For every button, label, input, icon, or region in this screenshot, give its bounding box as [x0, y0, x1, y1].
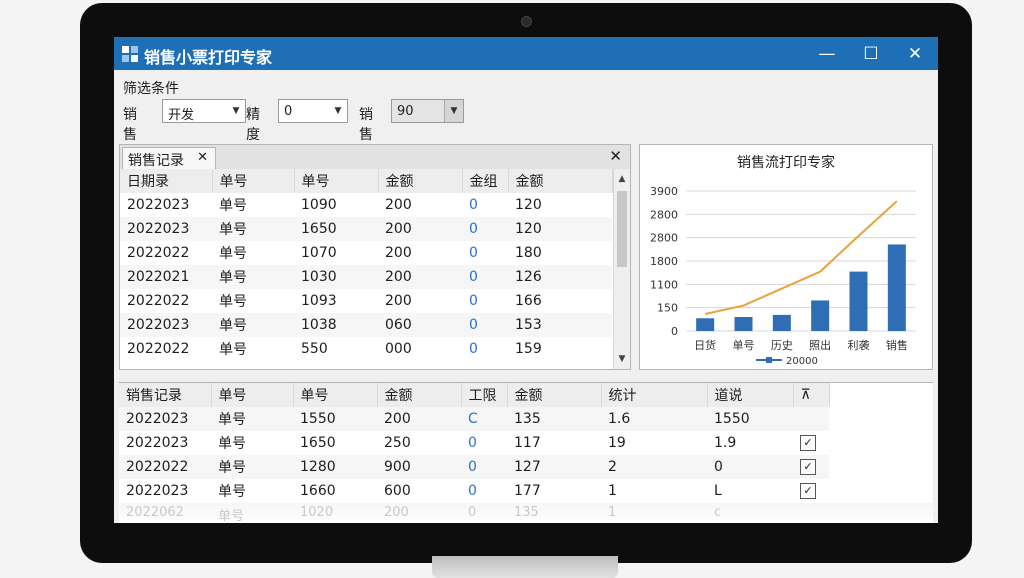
title-bar[interactable]: 销售小票打印专家 — ☐ ✕: [114, 37, 938, 70]
panel-close-icon[interactable]: ✕: [609, 147, 622, 165]
table-row[interactable]: 2022023 单号 1650 250 0 117 19 1.9 ✓: [119, 431, 829, 455]
table-row[interactable]: 2022022 单号 1093 200 0 166: [120, 289, 612, 313]
sales-chart: 销售流打印专家 3900 2800 2800 1800 1100 150 0 日货 单号 历史 照出…: [650, 154, 916, 367]
legend-marker: [766, 357, 772, 363]
records-panel: 销售记录 ✕ ✕ 日期录 单号 单号 金额 金组 金额 2022023 单号 109…: [119, 144, 631, 370]
x-tick-label: 照出: [809, 338, 831, 352]
table-row[interactable]: 2022023 单号 1038 060 0 153: [120, 313, 612, 337]
column-header[interactable]: 金额: [508, 169, 613, 193]
table-row[interactable]: 2022022 单号 1070 200 0 180: [120, 241, 612, 265]
table-row[interactable]: 2022022 单号 550 000 0 159: [120, 337, 612, 361]
chart-bar: [696, 318, 715, 331]
table-row[interactable]: 2022023 单号 1660 600 0 177 1 L ✓: [119, 479, 829, 503]
row-checkbox[interactable]: ✓: [800, 483, 816, 499]
column-header[interactable]: 单号: [294, 169, 379, 193]
tab-close-icon[interactable]: ✕: [197, 150, 208, 165]
minimize-button[interactable]: —: [805, 37, 849, 70]
column-header[interactable]: 单号: [212, 169, 295, 193]
tab-sales-records[interactable]: 销售记录 ✕: [122, 147, 216, 169]
detail-table: 销售记录 单号 单号 金额 工限 金额 统计 道说 ⊼ 2022023 单号 155…: [119, 383, 830, 503]
column-header[interactable]: 工限: [461, 383, 508, 407]
row-checkbox[interactable]: ✓: [800, 459, 816, 475]
x-tick-label: 日货: [694, 338, 716, 352]
x-tick-label: 单号: [733, 339, 755, 352]
column-header[interactable]: 金额: [378, 169, 463, 193]
legend-label: 20000: [786, 356, 818, 367]
column-header[interactable]: 道说: [707, 383, 794, 407]
chevron-down-icon: ▼: [232, 106, 240, 116]
y-tick-label: 2800: [650, 232, 678, 245]
chart-bar: [811, 300, 830, 331]
column-header[interactable]: 金额: [377, 383, 462, 407]
detail-table-panel: 销售记录 单号 单号 金额 工限 金额 统计 道说 ⊼ 2022023 单号 155…: [119, 382, 933, 523]
column-header[interactable]: 金额: [507, 383, 602, 407]
sales-chart-panel: 销售流打印专家 3900 2800 2800 1800 1100 150 0 日货 单号 历史 照出…: [639, 144, 933, 370]
sort-icon[interactable]: ⊼: [793, 383, 830, 407]
chart-bar: [849, 271, 868, 331]
column-header[interactable]: 金组: [462, 169, 509, 193]
column-header[interactable]: 单号: [293, 383, 378, 407]
column-header[interactable]: 日期录: [120, 169, 213, 193]
chart-bar: [887, 244, 906, 331]
x-tick-label: 利袭: [848, 338, 870, 352]
table-row[interactable]: 2022022 单号 1280 900 0 127 2 0 ✓: [119, 455, 829, 479]
filter-sales-label: 销售: [359, 107, 373, 143]
table-row[interactable]: 2022023 单号 1650 200 0 120: [120, 217, 612, 241]
chart-bar: [772, 314, 791, 331]
column-header[interactable]: 销售记录: [119, 383, 212, 407]
table-header-row: 日期录 单号 单号 金额 金组 金额: [120, 169, 613, 193]
row-checkbox[interactable]: ✓: [800, 435, 816, 451]
filter-sales-select[interactable]: 90 ▼: [391, 99, 464, 123]
filter-category-select[interactable]: 开发 ▼: [162, 99, 246, 123]
webcam: [521, 16, 532, 27]
column-header[interactable]: 单号: [211, 383, 294, 407]
y-tick-label: 3900: [650, 185, 678, 198]
y-tick-label: 0: [671, 325, 678, 338]
app-icon: [122, 46, 138, 62]
records-tab-bar: 销售记录 ✕ ✕: [120, 145, 630, 170]
records-table: 日期录 单号 单号 金额 金组 金额 2022023 单号 1090 200 0 120 …: [120, 169, 613, 361]
table-header-row: 销售记录 单号 单号 金额 工限 金额 统计 道说 ⊼: [119, 383, 830, 407]
filter-category-label: 销售: [123, 107, 137, 143]
faded-row: 2022062 单号 1020 200 0 135 1 c: [119, 503, 933, 523]
chart-trend-line: [704, 200, 898, 316]
column-header[interactable]: 统计: [601, 383, 708, 407]
y-tick-label: 1100: [650, 278, 678, 291]
records-scrollbar[interactable]: ▲ ▼: [613, 169, 630, 369]
chart-bar: [734, 317, 753, 331]
app-window: 销售小票打印专家 — ☐ ✕ 筛选条件 销售 开发 ▼ 精度 0 ▼ 销售 90…: [114, 37, 938, 523]
scroll-up-icon[interactable]: ▲: [614, 171, 630, 187]
y-tick-label: 2800: [650, 208, 678, 221]
table-row[interactable]: 2022023 单号 1550 200 C 135 1.6 1550: [119, 407, 829, 431]
scroll-down-icon[interactable]: ▼: [614, 351, 630, 367]
chart-title: 销售流打印专家: [737, 154, 835, 171]
filter-precision-label: 精度: [246, 107, 260, 143]
close-button[interactable]: ✕: [893, 37, 937, 70]
filter-section-label: 筛选条件: [123, 81, 179, 97]
monitor-stand: [432, 556, 618, 578]
filter-precision-select[interactable]: 0 ▼: [278, 99, 348, 123]
chevron-down-icon: ▼: [444, 100, 463, 122]
table-row[interactable]: 2022023 单号 1090 200 0 120: [120, 193, 612, 217]
maximize-button[interactable]: ☐: [849, 37, 893, 70]
y-tick-label: 1800: [650, 255, 678, 268]
scroll-thumb[interactable]: [617, 191, 627, 267]
chevron-down-icon: ▼: [334, 106, 342, 116]
window-title: 销售小票打印专家: [144, 48, 273, 67]
y-tick-label: 150: [657, 302, 678, 315]
x-tick-label: 销售: [886, 338, 908, 352]
table-row[interactable]: 2022021 单号 1030 200 0 126: [120, 265, 612, 289]
x-tick-label: 历史: [771, 339, 793, 352]
